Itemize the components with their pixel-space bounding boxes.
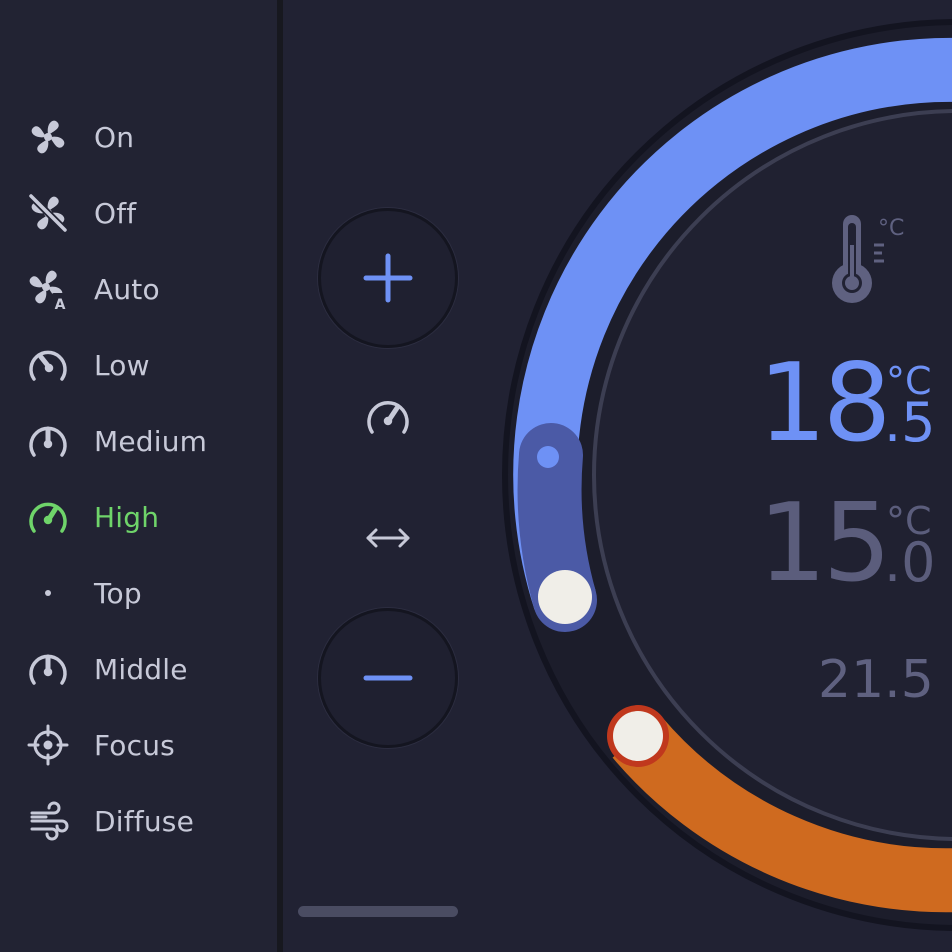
svg-text:°C: °C [878, 216, 904, 241]
fan-mode-button[interactable] [358, 388, 418, 448]
swing-mode-button[interactable] [358, 508, 418, 568]
plus-icon [363, 253, 413, 303]
current-temp-marker [537, 446, 559, 468]
outdoor-temperature: 21.5 [818, 650, 934, 710]
increase-temperature-button[interactable] [318, 208, 458, 348]
swing-horizontal-icon [366, 528, 410, 548]
thermostat-card: On Off A Auto Low Medium High Top Middle… [0, 0, 952, 952]
speed-high-icon [367, 401, 409, 434]
thermometer-celsius-icon: °C [832, 215, 904, 303]
temperature-dial [502, 19, 952, 931]
current-temperature-decimal: .0 [884, 531, 936, 594]
target-temperature-integer: 18 [758, 341, 891, 466]
current-temperature-integer: 15 [758, 481, 891, 606]
decrease-temperature-button[interactable] [318, 608, 458, 748]
minus-icon [363, 675, 413, 681]
cool-setpoint-knob[interactable] [538, 570, 592, 624]
target-temperature-decimal: .5 [884, 391, 936, 454]
heat-setpoint-knob[interactable] [613, 711, 663, 761]
drag-handle[interactable] [298, 906, 458, 917]
